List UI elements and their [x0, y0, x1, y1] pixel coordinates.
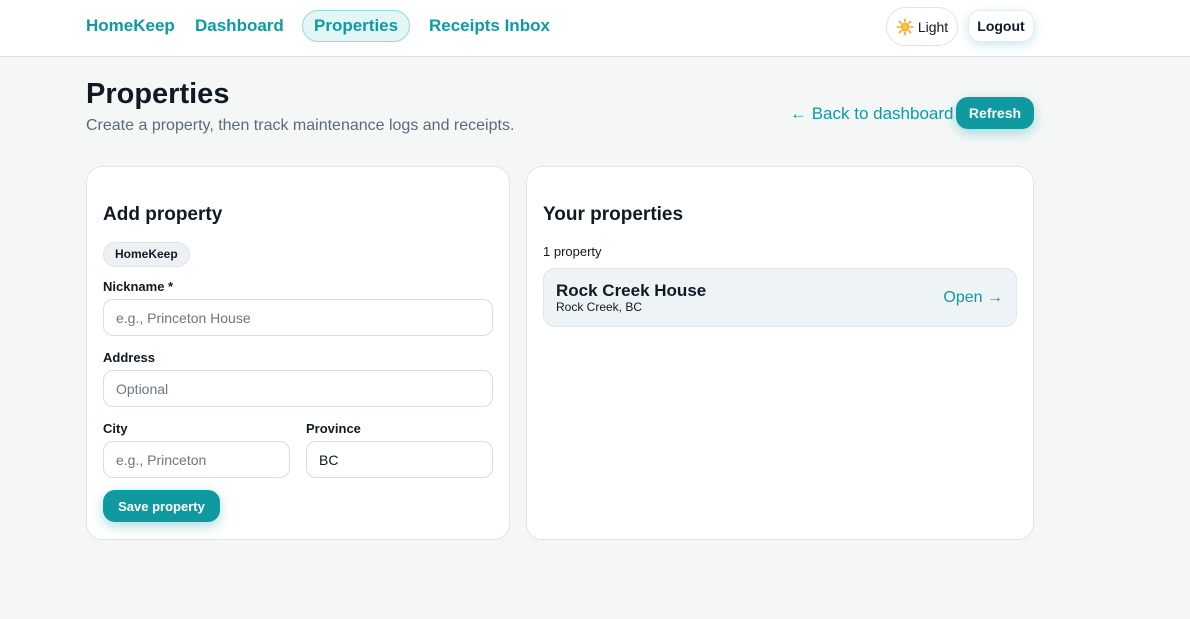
- nav-link-receipts-inbox[interactable]: Receipts Inbox: [429, 10, 550, 42]
- city-label: City: [103, 421, 128, 436]
- address-label: Address: [103, 350, 156, 365]
- city-input[interactable]: [103, 441, 290, 478]
- property-name: Rock Creek House: [556, 281, 707, 300]
- property-location: Rock Creek, BC: [556, 300, 643, 314]
- sun-icon: [896, 17, 914, 36]
- open-property-link[interactable]: Open →: [943, 289, 1003, 307]
- brand-link[interactable]: HomeKeep: [86, 10, 175, 42]
- province-input[interactable]: [306, 441, 493, 478]
- add-property-card: Add property HomeKeep Nickname * Address…: [86, 166, 510, 540]
- nickname-label: Nickname *: [103, 279, 174, 294]
- nav-link-dashboard[interactable]: Dashboard: [195, 10, 284, 42]
- save-property-button[interactable]: Save property: [103, 490, 220, 522]
- page-title: Properties: [86, 78, 230, 110]
- your-properties-title: Your properties: [543, 204, 684, 225]
- top-nav-bar: HomeKeep Dashboard Properties Receipts I…: [0, 0, 1190, 57]
- nickname-input[interactable]: [103, 299, 493, 336]
- your-properties-card: Your properties 1 property Rock Creek Ho…: [526, 166, 1034, 540]
- refresh-button[interactable]: Refresh: [956, 97, 1034, 129]
- property-count: 1 property: [543, 244, 602, 259]
- theme-toggle-button[interactable]: Light: [886, 7, 958, 46]
- theme-toggle-label: Light: [917, 18, 949, 35]
- back-to-dashboard-link[interactable]: ← Back to dashboard: [790, 104, 953, 124]
- address-input[interactable]: [103, 370, 493, 407]
- app-chip: HomeKeep: [103, 242, 190, 267]
- logout-button[interactable]: Logout: [968, 10, 1034, 42]
- property-list-item[interactable]: Rock Creek House Rock Creek, BC Open →: [543, 268, 1017, 327]
- nav-link-properties[interactable]: Properties: [302, 10, 411, 42]
- province-label: Province: [306, 421, 361, 436]
- page-subtitle: Create a property, then track maintenanc…: [86, 117, 515, 134]
- add-property-title: Add property: [103, 204, 223, 225]
